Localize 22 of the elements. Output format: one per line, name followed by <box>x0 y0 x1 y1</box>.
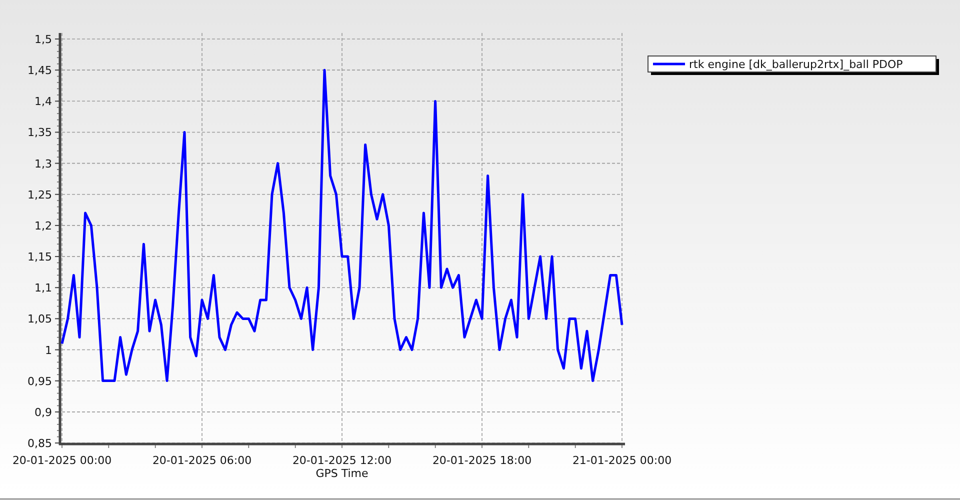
y-tick-label: 1,2 <box>34 219 52 232</box>
y-tick-label: 1,05 <box>28 312 52 326</box>
y-tick-label: 0,85 <box>28 437 52 450</box>
y-tick-label: 1,1 <box>34 282 52 295</box>
y-tick-label: 1,3 <box>34 157 52 170</box>
legend-label: rtk engine [dk_ballerup2rtx]_ball PDOP <box>689 58 904 71</box>
y-tick-label: 1,15 <box>28 250 52 264</box>
x-tick-label: 20-01-2025 00:00 <box>12 454 112 467</box>
x-tick-label: 20-01-2025 06:00 <box>152 454 252 467</box>
y-tick-label: 1,5 <box>34 33 52 46</box>
legend: rtk engine [dk_ballerup2rtx]_ball PDOP <box>648 56 939 75</box>
y-tick-label: 0,9 <box>34 406 52 419</box>
x-axis-title: GPS Time <box>316 467 368 480</box>
y-tick-label: 1,25 <box>28 188 52 202</box>
x-tick-label: 20-01-2025 12:00 <box>292 454 392 467</box>
y-tick-label: 1,4 <box>34 95 52 108</box>
x-tick-label: 21-01-2025 00:00 <box>572 454 672 467</box>
y-tick-label: 1 <box>45 344 52 357</box>
x-tick-label: 20-01-2025 18:00 <box>432 454 532 467</box>
y-tick-label: 0,95 <box>28 374 52 388</box>
y-tick-label: 1,35 <box>28 126 52 140</box>
y-tick-label: 1,45 <box>28 64 52 78</box>
